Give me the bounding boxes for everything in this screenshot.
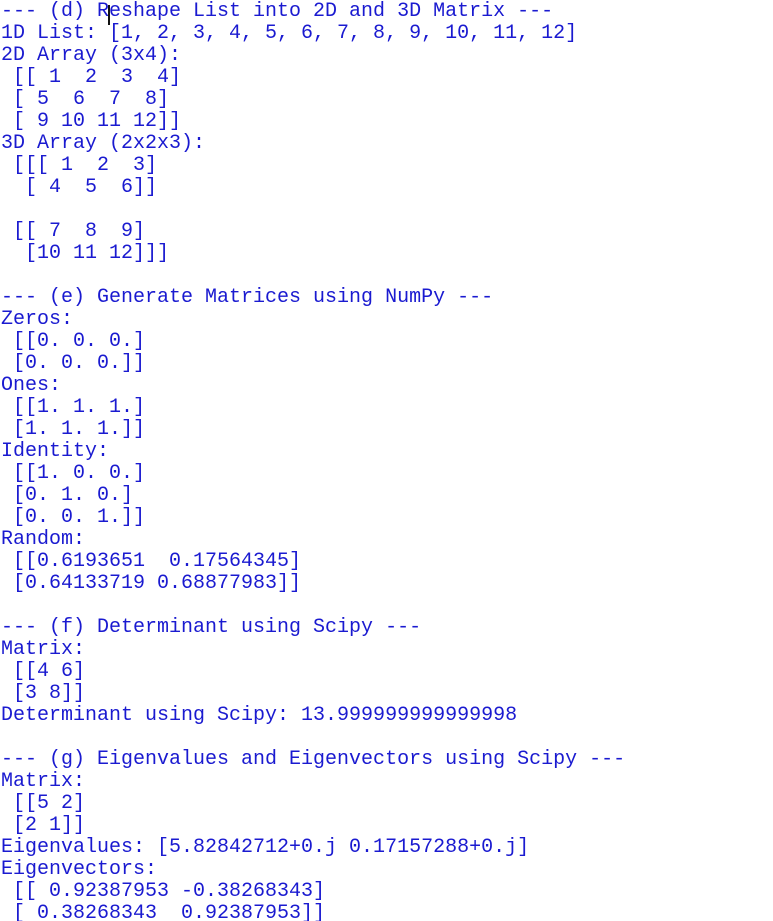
output-line: [[5 2]: [1, 792, 86, 815]
output-line: Matrix:: [1, 770, 86, 793]
output-line: [3 8]]: [1, 682, 86, 705]
output-line: --- (d) Reshape List into 2D and 3D Matr…: [1, 1, 554, 23]
output-line: 1D List: [1, 2, 3, 4, 5, 6, 7, 8, 9, 10,…: [1, 22, 578, 45]
output-line: Eigenvalues: [5.82842712+0.j 0.17157288+…: [1, 836, 530, 859]
output-line: [ 4 5 6]]: [1, 176, 158, 199]
output-line: [[ 7 8 9]: [1, 220, 146, 243]
output-line: Zeros:: [1, 308, 74, 331]
output-line: [[4 6]: [1, 660, 86, 683]
output-line: [ 9 10 11 12]]: [1, 110, 182, 133]
output-line: [[0.6193651 0.17564345]: [1, 550, 302, 573]
text-cursor: [108, 5, 110, 25]
output-line: --- (g) Eigenvalues and Eigenvectors usi…: [1, 748, 626, 771]
output-line: 3D Array (2x2x3):: [1, 132, 206, 155]
output-line: [0. 0. 0.]]: [1, 352, 146, 375]
output-line: [0.64133719 0.68877983]]: [1, 572, 302, 595]
output-line: [2 1]]: [1, 814, 86, 837]
output-line: Random:: [1, 528, 86, 551]
output-line: Determinant using Scipy: 13.999999999999…: [1, 704, 518, 727]
output-line: [[[ 1 2 3]: [1, 154, 158, 177]
output-line: --- (f) Determinant using Scipy ---: [1, 616, 422, 639]
output-line: [[ 0.92387953 -0.38268343]: [1, 880, 326, 903]
output-line: 2D Array (3x4):: [1, 44, 182, 67]
output-line: [[1. 1. 1.]: [1, 396, 146, 419]
output-line: [[0. 0. 0.]: [1, 330, 146, 353]
output-line: [10 11 12]]]: [1, 242, 170, 265]
output-line: [0. 0. 1.]]: [1, 506, 146, 529]
output-line: --- (e) Generate Matrices using NumPy --…: [1, 286, 494, 309]
output-line: [1. 1. 1.]]: [1, 418, 146, 441]
output-line: [ 0.38268343 0.92387953]]: [1, 902, 326, 921]
output-line: [0. 1. 0.]: [1, 484, 134, 507]
output-line: [[1. 0. 0.]: [1, 462, 146, 485]
terminal-output[interactable]: --- (d) Reshape List into 2D and 3D Matr…: [1, 1, 773, 921]
output-line: [[ 1 2 3 4]: [1, 66, 182, 89]
output-line: Ones:: [1, 374, 62, 397]
output-line: [ 5 6 7 8]: [1, 88, 170, 111]
output-line: Eigenvectors:: [1, 858, 158, 881]
output-line: Matrix:: [1, 638, 86, 661]
output-line: Identity:: [1, 440, 110, 463]
